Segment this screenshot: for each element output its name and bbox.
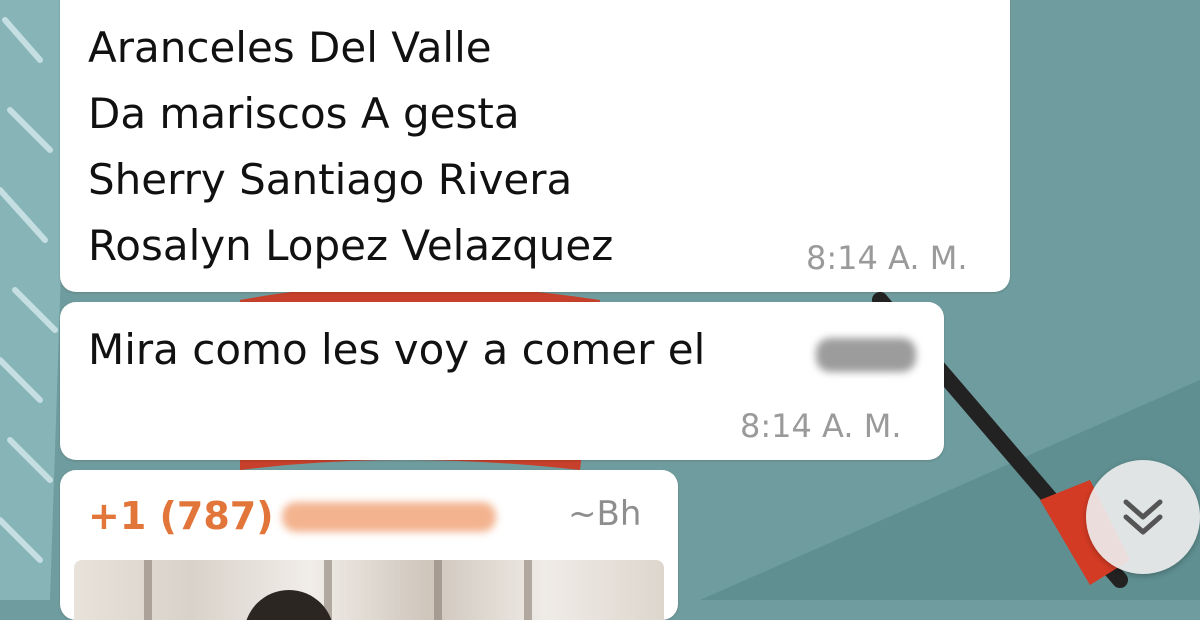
message-timestamp: 8:14 A. M.	[806, 239, 968, 277]
scroll-to-bottom-button[interactable]	[1086, 460, 1200, 574]
message-text: Mira como les voy a comer el	[88, 325, 706, 374]
message-text: Aranceles Del Valle Da mariscos A gesta …	[88, 15, 613, 279]
redacted-word	[816, 338, 916, 372]
message-line: Aranceles Del Valle	[88, 23, 492, 72]
photo-subject	[244, 590, 334, 620]
message-bubble-list[interactable]: Aranceles Del Valle Da mariscos A gesta …	[60, 0, 1010, 292]
message-bubble-text[interactable]: Mira como les voy a comer el 8:14 A. M.	[60, 302, 944, 460]
media-thumbnail[interactable]	[74, 560, 664, 620]
photo-detail	[524, 560, 532, 620]
message-bubble-media[interactable]: +1 (787) ~Bh	[60, 470, 678, 620]
message-line: Rosalyn Lopez Velazquez	[88, 221, 614, 270]
sender-alias: ~Bh	[568, 494, 642, 534]
message-line: Da mariscos A gesta	[88, 89, 520, 138]
photo-detail	[434, 560, 442, 620]
double-chevron-down-icon	[1123, 499, 1163, 535]
redacted-sender-number	[282, 502, 496, 532]
photo-detail	[144, 560, 152, 620]
message-timestamp: 8:14 A. M.	[740, 407, 902, 445]
sender-name[interactable]: +1 (787)	[88, 494, 274, 538]
message-line: Sherry Santiago Rivera	[88, 155, 573, 204]
